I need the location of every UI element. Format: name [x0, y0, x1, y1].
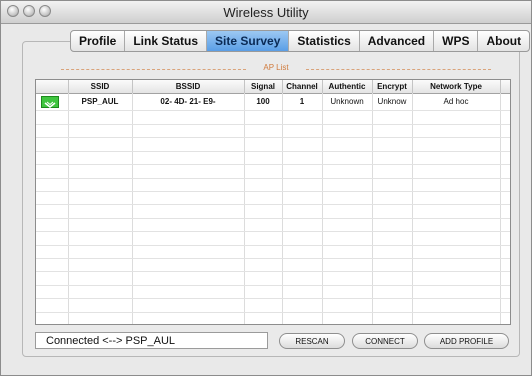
tab-profile[interactable]: Profile: [71, 31, 126, 51]
caption-divider-right: [306, 69, 491, 70]
empty-table-row: [36, 272, 510, 286]
cell-authentic: Unknown: [330, 97, 364, 106]
connect-button[interactable]: CONNECT: [352, 333, 418, 349]
cell-channel: 1: [299, 97, 305, 106]
empty-table-row: [36, 165, 510, 179]
title-bar: Wireless Utility: [1, 1, 531, 24]
tab-wps[interactable]: WPS: [434, 31, 479, 51]
cell-ssid: PSP_AUL: [81, 97, 119, 106]
tab-site-survey[interactable]: Site Survey: [207, 31, 290, 51]
column-header-channel[interactable]: Channel: [282, 80, 323, 93]
empty-table-row: [36, 178, 510, 192]
access-point-icon: [41, 96, 59, 108]
tab-about[interactable]: About: [478, 31, 529, 51]
empty-table-row: [36, 258, 510, 273]
empty-table-row: [36, 191, 510, 206]
empty-table-row: [36, 232, 510, 246]
empty-table-row: [36, 285, 510, 300]
column-header-bssid[interactable]: BSSID: [132, 80, 245, 93]
column-header-ssid[interactable]: SSID: [68, 80, 133, 93]
empty-table-row: [36, 124, 510, 139]
cell-bssid: 02- 4D- 21- E9-: [160, 97, 216, 106]
tab-advanced[interactable]: Advanced: [360, 31, 435, 51]
cell-network-type: Ad hoc: [443, 97, 469, 106]
caption-divider-left: [61, 69, 246, 70]
ap-list-caption: AP List: [61, 63, 491, 75]
window-title: Wireless Utility: [223, 5, 309, 20]
empty-table-row: [36, 151, 510, 166]
empty-table-row: [36, 245, 510, 259]
empty-table-row: [36, 312, 510, 324]
tab-bar: Profile Link Status Site Survey Statisti…: [70, 30, 531, 52]
column-header-authentic[interactable]: Authentic: [322, 80, 373, 93]
table-row[interactable]: PSP_AUL 02- 4D- 21- E9- 100 1 Unknown Un…: [36, 94, 510, 111]
ap-list-table: SSID BSSID Signal Channel Authentic Encr…: [35, 79, 511, 325]
connection-status: Connected <--> PSP_AUL: [35, 332, 268, 349]
wireless-utility-window: Wireless Utility Profile Link Status Sit…: [0, 0, 532, 376]
tab-statistics[interactable]: Statistics: [289, 31, 360, 51]
column-header-network-type[interactable]: Network Type: [412, 80, 501, 93]
tab-link-status[interactable]: Link Status: [125, 31, 208, 51]
cell-encrypt: Unknow: [377, 97, 407, 106]
column-header-encrypt[interactable]: Encrypt: [372, 80, 413, 93]
ap-list-label: AP List: [263, 63, 289, 72]
column-header-icon[interactable]: [36, 80, 69, 93]
empty-table-row: [36, 205, 510, 219]
ap-list-header: SSID BSSID Signal Channel Authentic Encr…: [36, 80, 510, 94]
empty-table-row: [36, 299, 510, 313]
cell-signal: 100: [256, 97, 270, 106]
column-header-signal[interactable]: Signal: [244, 80, 283, 93]
empty-table-row: [36, 218, 510, 233]
empty-table-row: [36, 111, 510, 125]
empty-table-row: [36, 138, 510, 152]
rescan-button[interactable]: RESCAN: [279, 333, 345, 349]
add-profile-button[interactable]: ADD PROFILE: [424, 333, 509, 349]
